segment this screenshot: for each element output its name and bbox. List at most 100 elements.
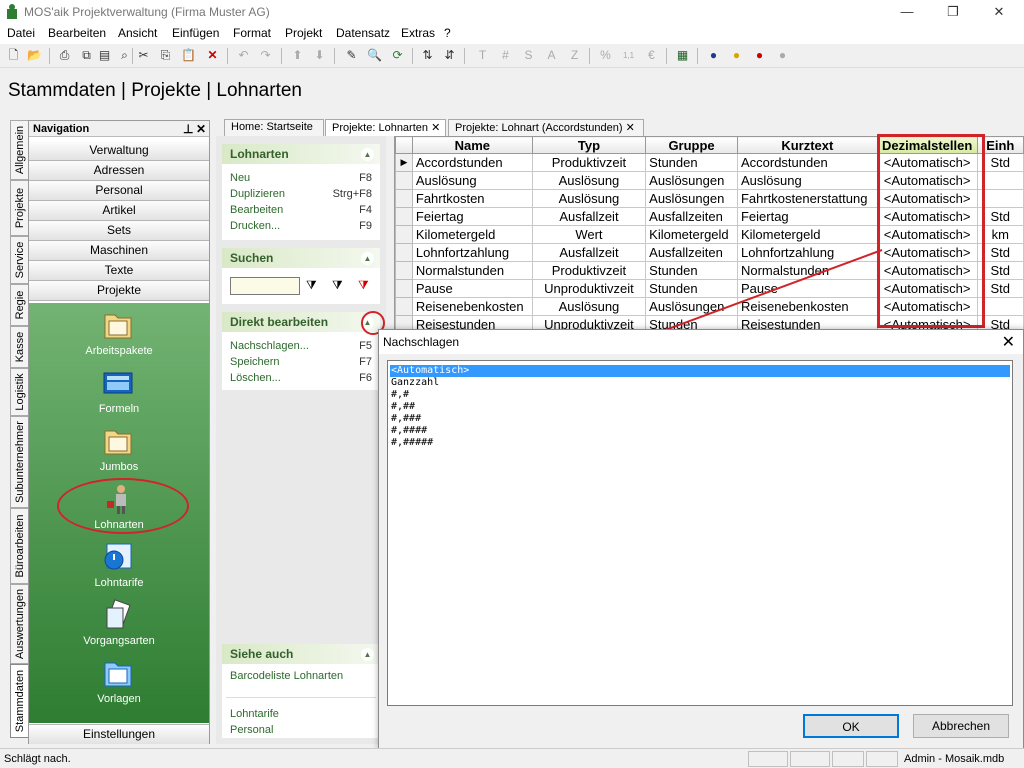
nav-item-arbeitspakete[interactable]: Arbeitspakete: [29, 309, 209, 367]
symbol-z-icon[interactable]: Z: [566, 47, 583, 64]
vtab-kasse[interactable]: Kasse: [10, 326, 28, 368]
lookup-magnifier-icon[interactable]: 🔍: [366, 47, 383, 64]
cell-gruppe[interactable]: Auslösungen: [645, 171, 738, 190]
lookup-option[interactable]: Ganzzahl: [390, 377, 1010, 389]
tab-lohnart-accordstunden[interactable]: Projekte: Lohnart (Accordstunden) ✕: [448, 119, 644, 136]
lookup-option[interactable]: #,#####: [390, 437, 1010, 449]
close-dialog-icon[interactable]: ✕: [1002, 332, 1015, 352]
text-format-icon[interactable]: T: [474, 47, 491, 64]
collapse-icon[interactable]: ▲: [361, 148, 374, 161]
close-tab-icon[interactable]: ✕: [431, 122, 440, 134]
user-red-icon[interactable]: ●: [751, 47, 768, 64]
vtab-service[interactable]: Service: [10, 236, 28, 284]
tab-projekte-lohnarten[interactable]: Projekte: Lohnarten ✕: [325, 119, 446, 136]
cell-name[interactable]: Lohnfortzahlung: [411, 243, 533, 262]
ok-button[interactable]: OK: [803, 714, 899, 738]
search-input[interactable]: [230, 277, 300, 295]
minimize-button[interactable]: —: [884, 2, 930, 22]
sort-descending-icon[interactable]: ⇵: [441, 47, 458, 64]
menu-format[interactable]: Format: [233, 26, 271, 40]
cell-name[interactable]: Normalstunden: [411, 261, 533, 280]
symbol-s-icon[interactable]: S: [520, 47, 537, 64]
task-bearbeiten[interactable]: Bearbeiten F4: [222, 204, 380, 220]
cell-typ[interactable]: Auslösung: [531, 189, 647, 208]
link-barcodeliste[interactable]: Barcodeliste Lohnarten: [222, 670, 380, 686]
menu-einfuegen[interactable]: Einfügen: [172, 26, 219, 40]
vtab-projekte[interactable]: Projekte: [10, 180, 28, 236]
cell-kurztext[interactable]: Feiertag: [736, 207, 878, 226]
cell-kurztext[interactable]: Fahrtkostenerstattung: [736, 189, 878, 208]
excel-export-icon[interactable]: ▦: [674, 47, 691, 64]
nav-button-maschinen[interactable]: Maschinen: [29, 241, 209, 261]
nav-button-sets[interactable]: Sets: [29, 221, 209, 241]
find-icon[interactable]: ⌕: [116, 47, 133, 64]
column-header-typ[interactable]: Typ: [531, 136, 647, 154]
cell-typ[interactable]: Produktivzeit: [531, 153, 647, 172]
lookup-option[interactable]: <Automatisch>: [390, 365, 1010, 377]
nav-item-jumbos[interactable]: Jumbos: [29, 425, 209, 483]
tab-home-startseite[interactable]: Home: Startseite: [224, 119, 324, 136]
cell-name[interactable]: Accordstunden: [411, 153, 533, 172]
collapse-icon[interactable]: ▲: [361, 648, 374, 661]
cell-gruppe[interactable]: Auslösungen: [645, 189, 738, 208]
nav-button-adressen[interactable]: Adressen: [29, 161, 209, 181]
task-speichern[interactable]: Speichern F7: [222, 356, 380, 372]
task-duplizieren[interactable]: Duplizieren Strg+F8: [222, 188, 380, 204]
menu-help[interactable]: ?: [444, 26, 451, 40]
filter-clear-icon[interactable]: ⧩: [358, 278, 369, 293]
cell-kurztext[interactable]: Accordstunden: [736, 153, 878, 172]
vtab-bueroarbeiten[interactable]: Büroarbeiten: [10, 508, 28, 584]
vtab-stammdaten[interactable]: Stammdaten: [10, 664, 28, 738]
task-loeschen[interactable]: Löschen... F6: [222, 372, 380, 388]
link-lohntarife[interactable]: Lohntarife: [222, 708, 380, 724]
cell-typ[interactable]: Ausfallzeit: [531, 207, 647, 226]
pin-icon[interactable]: ⊥: [183, 122, 193, 136]
number-format-icon[interactable]: #: [497, 47, 514, 64]
cut-icon[interactable]: ✂: [135, 47, 152, 64]
task-group-header[interactable]: Suchen ▲: [222, 248, 380, 268]
vtab-allgemein[interactable]: Allgemein: [10, 120, 28, 180]
lookup-option[interactable]: #,###: [390, 413, 1010, 425]
task-group-header[interactable]: Direkt bearbeiten ▲: [222, 312, 380, 332]
nav-button-verwaltung[interactable]: Verwaltung: [29, 141, 209, 161]
cell-name[interactable]: Kilometergeld: [411, 225, 533, 244]
menu-bearbeiten[interactable]: Bearbeiten: [48, 26, 106, 40]
close-tab-icon[interactable]: ✕: [626, 122, 635, 134]
lookup-option[interactable]: #,#: [390, 389, 1010, 401]
cell-name[interactable]: Auslösung: [411, 171, 533, 190]
vtab-regie[interactable]: Regie: [10, 284, 28, 326]
edit-pencil-icon[interactable]: ✎: [343, 47, 360, 64]
lookup-option[interactable]: #,####: [390, 425, 1010, 437]
collapse-icon[interactable]: ▲: [361, 252, 374, 265]
cell-name[interactable]: Feiertag: [411, 207, 533, 226]
menu-ansicht[interactable]: Ansicht: [118, 26, 157, 40]
paste-icon[interactable]: 📋: [180, 47, 197, 64]
nav-button-artikel[interactable]: Artikel: [29, 201, 209, 221]
cell-name[interactable]: Fahrtkosten: [411, 189, 533, 208]
move-down-icon[interactable]: ⬇: [311, 47, 328, 64]
task-group-header[interactable]: Siehe auch ▲: [222, 644, 380, 664]
menu-datei[interactable]: Datei: [7, 26, 35, 40]
copy-icon[interactable]: ⎘: [157, 47, 174, 64]
nav-button-texte[interactable]: Texte: [29, 261, 209, 281]
lookup-option[interactable]: #,##: [390, 401, 1010, 413]
restore-button[interactable]: ❐: [930, 2, 976, 22]
menu-projekt[interactable]: Projekt: [285, 26, 322, 40]
undo-icon[interactable]: ↶: [235, 47, 252, 64]
decimal-icon[interactable]: 1,1: [620, 47, 637, 64]
vtab-logistik[interactable]: Logistik: [10, 368, 28, 416]
vtab-subunternehmer[interactable]: Subunternehmer: [10, 416, 28, 508]
user-blue-icon[interactable]: ●: [705, 47, 722, 64]
task-drucken[interactable]: Drucken... F9: [222, 220, 380, 236]
close-panel-icon[interactable]: ✕: [196, 122, 206, 136]
lookup-list[interactable]: <Automatisch> Ganzzahl #,# #,## #,### #,…: [387, 360, 1013, 706]
task-nachschlagen[interactable]: Nachschlagen... F5: [222, 340, 380, 356]
new-file-icon[interactable]: 🗋: [5, 47, 22, 64]
nav-item-formeln[interactable]: Formeln: [29, 367, 209, 425]
cancel-button[interactable]: Abbrechen: [913, 714, 1009, 738]
symbol-a-icon[interactable]: A: [543, 47, 560, 64]
menu-extras[interactable]: Extras: [401, 26, 435, 40]
column-header-gruppe[interactable]: Gruppe: [645, 136, 738, 154]
user-yellow-icon[interactable]: ●: [728, 47, 745, 64]
delete-icon[interactable]: ✕: [204, 47, 221, 64]
